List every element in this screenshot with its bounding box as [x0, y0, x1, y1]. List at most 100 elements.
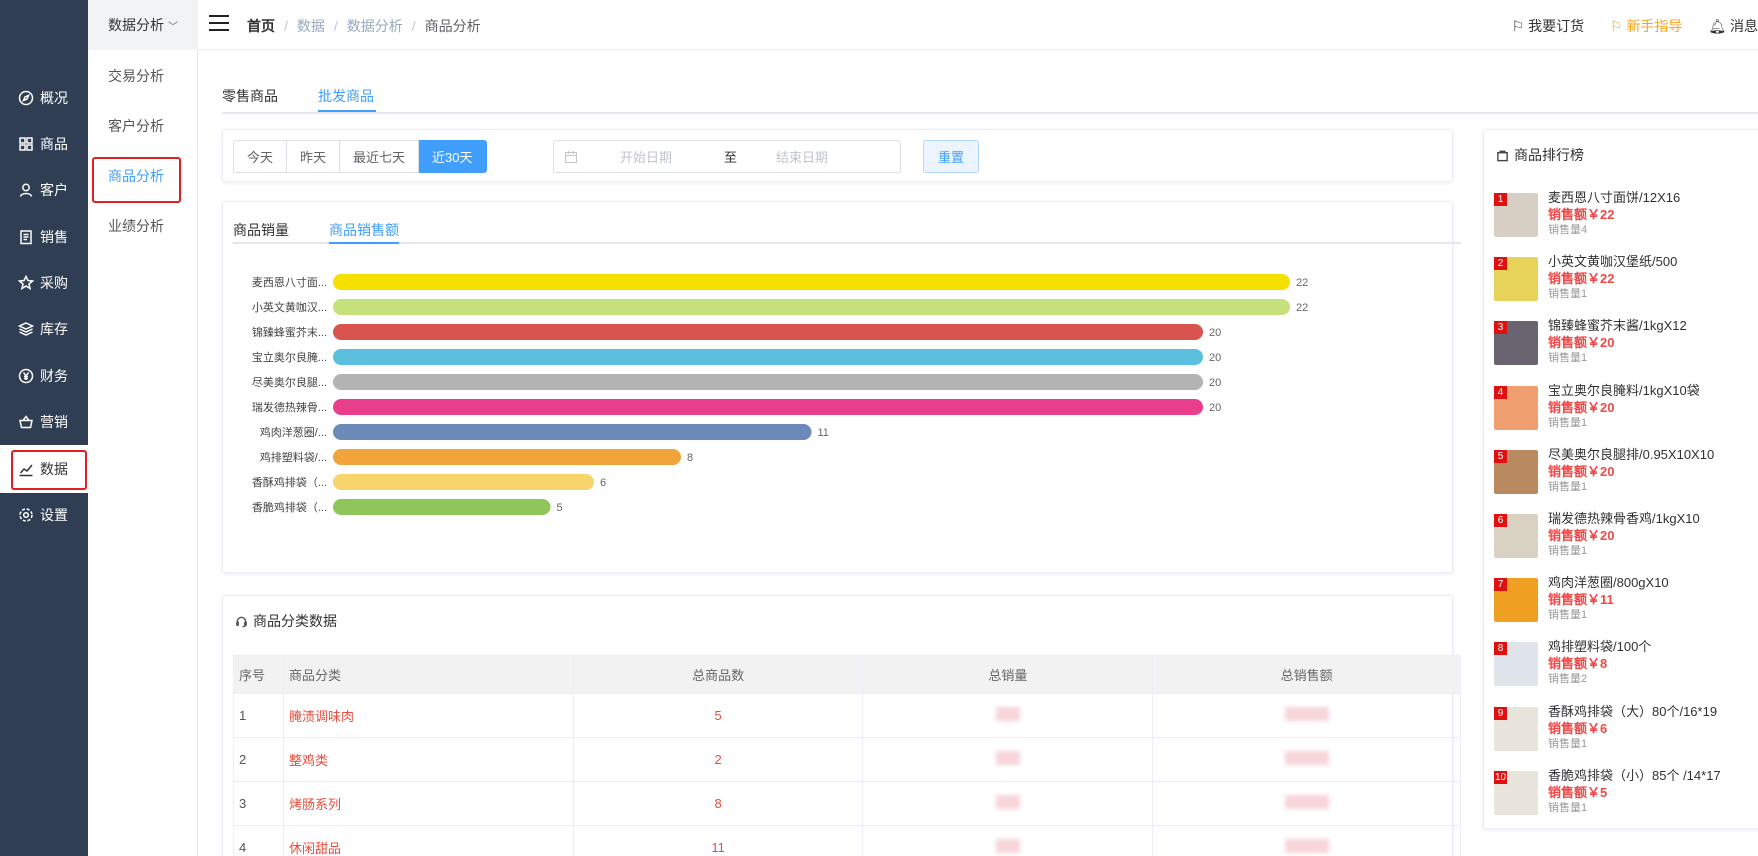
amount-value: 20 — [1600, 399, 1615, 415]
qty-value: 4 — [1581, 224, 1588, 236]
bar-value-label: 11 — [818, 427, 829, 439]
guide-link[interactable]: ⚐ 新手指导 — [1610, 18, 1682, 34]
table-row[interactable]: 4 休闲甜品 11 — [233, 825, 1461, 856]
breadcrumb-home[interactable]: 首页 — [247, 18, 275, 34]
nav-item-marketing[interactable]: 营销 — [0, 398, 88, 446]
row-volume-masked — [862, 825, 1154, 856]
breadcrumb-data-analysis[interactable]: 数据分析 — [347, 18, 403, 34]
filter-card: 今天 昨天 最近七天 近30天 开始日期 至 结束日期 重置 — [222, 129, 1453, 182]
date-range-picker[interactable]: 开始日期 至 结束日期 — [553, 140, 901, 173]
nav-item-stock[interactable]: 库存 — [0, 305, 88, 353]
ranking-item[interactable]: 4 宝立奥尔良腌料/1kgX10袋 销售额￥20 销售量1 — [1494, 383, 1724, 436]
range-7days-button[interactable]: 最近七天 — [340, 140, 420, 173]
row-category[interactable]: 烤肠系列 — [282, 781, 574, 826]
bar[interactable] — [333, 349, 1203, 365]
table-row[interactable]: 2 整鸡类 2 — [233, 737, 1461, 782]
nav-label: 财务 — [40, 368, 68, 384]
nav-item-purchase[interactable]: 采购 — [0, 259, 88, 307]
product-qty: 销售量1 — [1548, 349, 1587, 365]
table-row[interactable]: 3 烤肠系列 8 — [233, 781, 1461, 826]
chart-card: 商品销量 商品销售额 麦西恩八寸面... 22 小英文黄咖汉... 22 锦臻蜂蜜芥末.… — [222, 201, 1461, 573]
nav-item-customer[interactable]: 客户 — [0, 166, 88, 214]
ranking-item[interactable]: 8 鸡排塑料袋/100个 销售额￥8 销售量2 — [1494, 639, 1724, 692]
user-icon — [19, 183, 33, 197]
ranking-item[interactable]: 3 锦臻蜂蜜芥末酱/1kgX12 销售额￥20 销售量1 — [1494, 318, 1724, 371]
bell-icon: 🔔︎ — [1708, 18, 1727, 34]
top-bar: 首页 / 数据 / 数据分析 / 商品分析 ⚐ 我要订货 ⚐ 新手指导 🔔︎ 消息 — [198, 0, 1758, 50]
amount-value: 22 — [1600, 207, 1615, 222]
nav-item-settings[interactable]: 设置 — [0, 491, 88, 539]
sub-menu-item-trade[interactable]: 交易分析 — [108, 66, 164, 86]
bag-icon — [1497, 150, 1508, 161]
bar[interactable] — [333, 474, 594, 490]
bar[interactable] — [333, 424, 812, 440]
bar[interactable] — [333, 274, 1290, 290]
bar[interactable] — [333, 374, 1203, 390]
tab-active-indicator — [318, 110, 376, 112]
sub-menu-item-goods[interactable]: 商品分析 — [108, 166, 164, 186]
breadcrumb-data[interactable]: 数据 — [297, 18, 325, 34]
bar[interactable] — [333, 399, 1203, 415]
ranking-title-label: 商品排行榜 — [1514, 147, 1584, 163]
bar[interactable] — [333, 499, 551, 515]
ranking-item[interactable]: 1 麦西恩八寸面饼/12X16 销售额￥22 销售量4 — [1494, 190, 1724, 243]
ranking-item[interactable]: 7 鸡肉洋葱圈/800gX10 销售额￥11 销售量1 — [1494, 575, 1724, 628]
ranking-item[interactable]: 5 尽美奥尔良腿排/0.95X10X10 销售额￥20 销售量1 — [1494, 447, 1724, 500]
amount-value: 11 — [1600, 592, 1614, 608]
row-category[interactable]: 腌渍调味肉 — [282, 693, 574, 738]
product-qty: 销售量1 — [1548, 414, 1587, 430]
tab-wholesale[interactable]: 批发商品 — [318, 86, 374, 106]
nav-label: 营销 — [40, 414, 68, 430]
qty-label: 销售量 — [1548, 801, 1581, 814]
nav-label: 采购 — [40, 275, 68, 291]
bar-value-label: 6 — [600, 477, 606, 489]
range-today-button[interactable]: 今天 — [233, 140, 288, 173]
amount-value: 6 — [1600, 720, 1608, 736]
nav-item-data[interactable]: 数据 — [0, 445, 88, 493]
nav-item-finance[interactable]: 财务 — [0, 352, 88, 400]
row-amount-masked — [1152, 825, 1461, 856]
tab-retail[interactable]: 零售商品 — [222, 86, 278, 106]
bar-value-label: 22 — [1296, 277, 1308, 289]
nav-item-goods[interactable]: 商品 — [0, 120, 88, 168]
bar[interactable] — [333, 449, 681, 465]
qty-label: 销售量 — [1548, 480, 1581, 493]
hamburger-icon[interactable] — [209, 15, 229, 31]
start-date-input[interactable]: 开始日期 — [620, 147, 672, 166]
rank-badge: 9 — [1494, 706, 1507, 720]
bar-value-label: 20 — [1209, 377, 1221, 389]
compass-icon — [18, 90, 34, 106]
row-count: 5 — [572, 693, 864, 738]
end-date-input[interactable]: 结束日期 — [776, 147, 828, 166]
sub-menu-header[interactable]: 数据分析 ﹀ — [88, 0, 198, 50]
row-count: 11 — [572, 825, 864, 856]
breadcrumb: 首页 / 数据 / 数据分析 / 商品分析 — [247, 18, 481, 34]
order-link[interactable]: ⚐ 我要订货 — [1512, 18, 1584, 34]
bar[interactable] — [333, 299, 1290, 315]
nav-item-sales[interactable]: 销售 — [0, 213, 88, 261]
qty-value: 1 — [1581, 609, 1588, 622]
table-row[interactable]: 1 腌渍调味肉 5 — [233, 693, 1461, 738]
range-30days-button[interactable]: 近30天 — [419, 140, 487, 173]
reset-button[interactable]: 重置 — [923, 140, 979, 173]
ranking-item[interactable]: 6 瑞发德热辣骨香鸡/1kgX10 销售额￥20 销售量1 — [1494, 511, 1724, 564]
grid-icon — [19, 137, 33, 151]
row-category[interactable]: 整鸡类 — [282, 737, 574, 782]
sub-menu-item-performance[interactable]: 业绩分析 — [108, 216, 164, 236]
qty-label: 销售量 — [1548, 609, 1581, 622]
tab-sales-volume[interactable]: 商品销量 — [233, 220, 289, 240]
product-qty: 销售量1 — [1548, 606, 1587, 622]
rank-badge: 5 — [1494, 449, 1507, 463]
ranking-item[interactable]: 10 香脆鸡排袋（小）85个 /14*17 销售额￥5 销售量1 — [1494, 768, 1724, 821]
yen-icon — [18, 368, 34, 384]
tab-sales-amount[interactable]: 商品销售额 — [329, 220, 399, 240]
qty-label: 销售量 — [1548, 737, 1581, 750]
bar[interactable] — [333, 324, 1203, 340]
sub-menu-item-customer[interactable]: 客户分析 — [108, 116, 164, 136]
range-yesterday-button[interactable]: 昨天 — [287, 140, 341, 173]
ranking-item[interactable]: 9 香酥鸡排袋（大）80个/16*19 销售额￥6 销售量1 — [1494, 704, 1724, 757]
ranking-item[interactable]: 2 小英文黄咖汉堡纸/500 销售额￥22 销售量1 — [1494, 254, 1724, 307]
nav-item-overview[interactable]: 概况 — [0, 74, 88, 122]
row-category[interactable]: 休闲甜品 — [282, 825, 574, 856]
message-link[interactable]: 🔔︎ 消息 — [1708, 18, 1758, 34]
